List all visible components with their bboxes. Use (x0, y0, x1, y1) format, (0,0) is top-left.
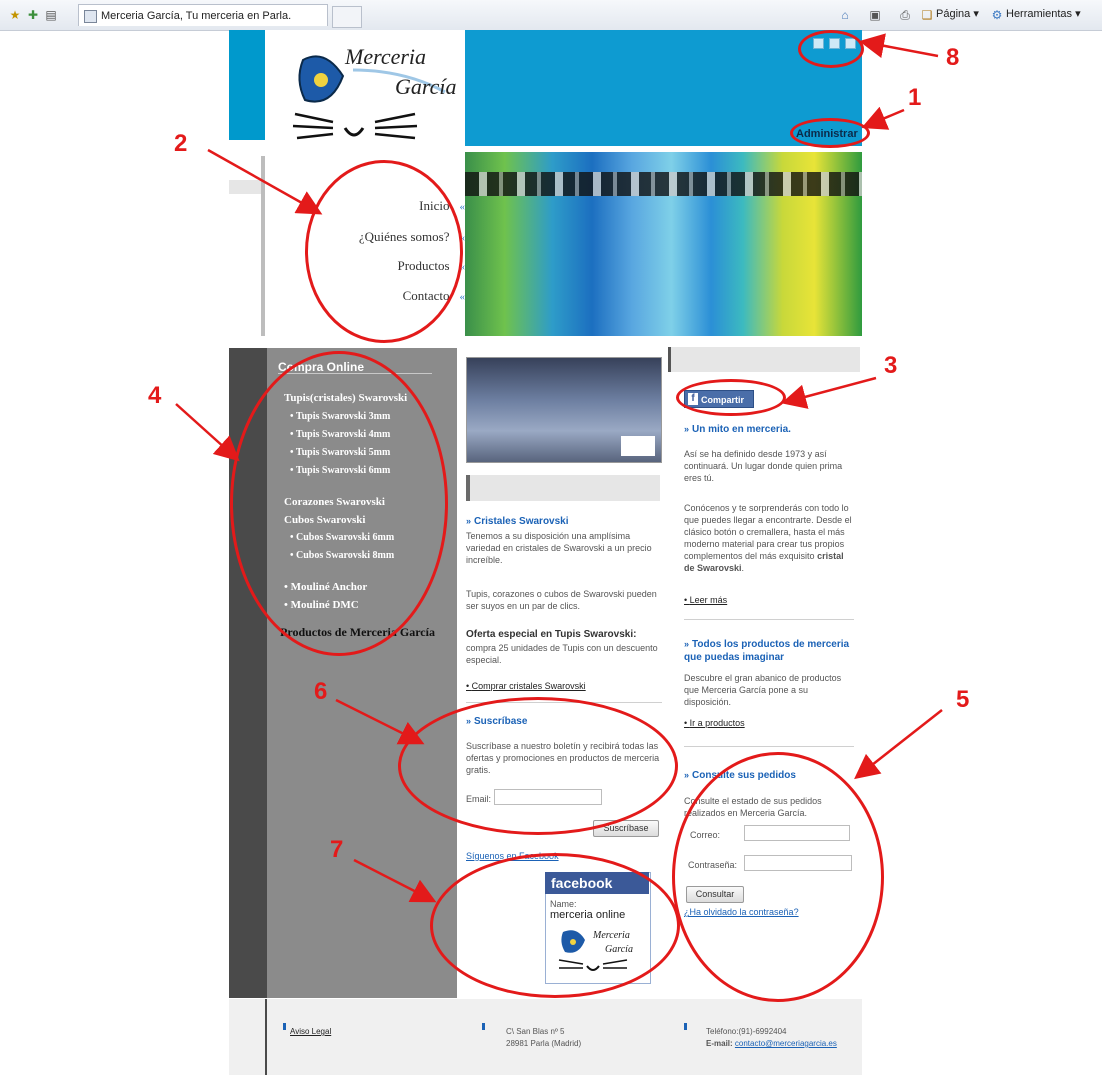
annotation-arrows (175, 33, 943, 903)
annotation-number-5: 5 (956, 686, 970, 713)
annotation-number-2: 2 (174, 130, 188, 157)
annotation-number-6: 6 (314, 678, 328, 705)
annotation-number-3: 3 (884, 352, 898, 379)
annotation-number-1: 1 (908, 84, 922, 111)
annotation-number-8: 8 (946, 44, 960, 71)
annotation-number-4: 4 (148, 382, 162, 409)
annotation-number-7: 7 (330, 836, 344, 863)
